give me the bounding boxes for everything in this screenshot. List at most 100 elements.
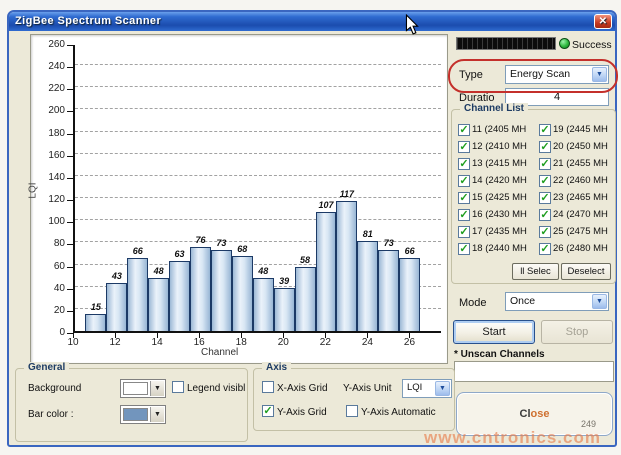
y-tick bbox=[67, 200, 73, 201]
chevron-down-icon[interactable]: ▼ bbox=[435, 381, 450, 396]
y-tick-label: 40 bbox=[31, 283, 65, 294]
y-tick bbox=[67, 89, 73, 90]
channel-label: 20 (2450 MH bbox=[553, 141, 608, 152]
window-title: ZigBee Spectrum Scanner bbox=[15, 15, 161, 27]
channel-checkbox[interactable]: ✓ bbox=[539, 124, 551, 136]
channel-checkbox[interactable]: ✓ bbox=[458, 158, 470, 170]
channel-item[interactable]: ✓14 (2420 MH bbox=[458, 172, 539, 189]
y-axis-unit-dropdown[interactable]: LQI ▼ bbox=[402, 379, 452, 398]
channel-label: 13 (2415 MH bbox=[472, 158, 527, 169]
channel-checkbox[interactable]: ✓ bbox=[458, 124, 470, 136]
channel-list-buttons: ll Selec Deselect bbox=[512, 263, 611, 280]
y-tick-label: 220 bbox=[31, 83, 65, 94]
unscan-channels-box[interactable] bbox=[454, 361, 614, 382]
bar-value-label: 107 bbox=[318, 200, 333, 210]
channel-checkbox[interactable]: ✓ bbox=[458, 192, 470, 204]
channel-checkbox[interactable]: ✓ bbox=[458, 243, 470, 255]
close-dialog-label-overlay: ose bbox=[531, 408, 550, 420]
channel-list-group: Channel List ✓11 (2405 MH✓19 (2445 MH✓12… bbox=[451, 109, 616, 284]
bar-color-dropdown[interactable]: ▼ bbox=[120, 405, 166, 424]
legend-visible-checkbox[interactable] bbox=[172, 381, 184, 393]
select-all-button[interactable]: ll Selec bbox=[512, 263, 559, 280]
titlebar[interactable]: ZigBee Spectrum Scanner ✕ bbox=[9, 12, 615, 31]
close-icon: ✕ bbox=[599, 17, 608, 27]
channel-checkbox[interactable]: ✓ bbox=[458, 141, 470, 153]
channel-item[interactable]: ✓22 (2460 MH bbox=[539, 172, 615, 189]
bar-value-label: 63 bbox=[175, 249, 185, 259]
channel-item[interactable]: ✓24 (2470 MH bbox=[539, 206, 615, 223]
chevron-down-icon[interactable]: ▼ bbox=[592, 294, 607, 309]
y-gridline bbox=[75, 219, 441, 220]
channel-checkbox[interactable]: ✓ bbox=[539, 141, 551, 153]
channel-item[interactable]: ✓16 (2430 MH bbox=[458, 206, 539, 223]
channel-checkbox[interactable]: ✓ bbox=[539, 243, 551, 255]
deselect-button[interactable]: Deselect bbox=[561, 263, 611, 280]
unscan-channels-label: * Unscan Channels bbox=[454, 349, 545, 360]
channel-checkbox[interactable]: ✓ bbox=[539, 226, 551, 238]
channel-item[interactable]: ✓19 (2445 MH bbox=[539, 121, 615, 138]
channel-item[interactable]: ✓11 (2405 MH bbox=[458, 121, 539, 138]
channel-checkbox[interactable]: ✓ bbox=[539, 192, 551, 204]
background-color-swatch bbox=[123, 382, 148, 395]
bar-value-label: 39 bbox=[279, 276, 289, 286]
legend-visible-label: Legend visibl bbox=[187, 383, 245, 394]
y-gridline bbox=[75, 86, 441, 87]
channel-item[interactable]: ✓13 (2415 MH bbox=[458, 155, 539, 172]
bar-color-swatch bbox=[123, 408, 148, 421]
y-axis-grid-checkbox[interactable]: ✓ bbox=[262, 405, 274, 417]
close-button[interactable]: ✕ bbox=[594, 14, 612, 29]
bar-value-label: 117 bbox=[340, 189, 354, 199]
y-tick-label: 200 bbox=[31, 105, 65, 116]
channel-checkbox[interactable]: ✓ bbox=[458, 226, 470, 238]
bar-value-label: 68 bbox=[237, 244, 247, 254]
y-tick-label: 180 bbox=[31, 128, 65, 139]
channel-item[interactable]: ✓21 (2455 MH bbox=[539, 155, 615, 172]
bar bbox=[127, 258, 148, 331]
watermark: www.cntronics.com bbox=[424, 428, 601, 448]
bar-value-label: 48 bbox=[154, 266, 164, 276]
channel-checkbox[interactable]: ✓ bbox=[539, 158, 551, 170]
channel-item[interactable]: ✓17 (2435 MH bbox=[458, 223, 539, 240]
y-axis-automatic-checkbox[interactable] bbox=[346, 405, 358, 417]
channel-item[interactable]: ✓26 (2480 MH bbox=[539, 240, 615, 257]
bar bbox=[274, 288, 295, 331]
channel-item[interactable]: ✓25 (2475 MH bbox=[539, 223, 615, 240]
bar bbox=[253, 278, 274, 331]
bar-value-label: 76 bbox=[195, 235, 205, 245]
bar bbox=[211, 250, 232, 331]
channel-label: 21 (2455 MH bbox=[553, 158, 608, 169]
y-gridline bbox=[75, 131, 441, 132]
bar bbox=[316, 212, 337, 331]
channel-checkbox[interactable]: ✓ bbox=[458, 175, 470, 187]
channel-item[interactable]: ✓15 (2425 MH bbox=[458, 189, 539, 206]
channel-checkbox[interactable]: ✓ bbox=[539, 175, 551, 187]
channel-item[interactable]: ✓20 (2450 MH bbox=[539, 138, 615, 155]
chevron-down-icon[interactable]: ▼ bbox=[150, 407, 164, 422]
channel-item[interactable]: ✓23 (2465 MH bbox=[539, 189, 615, 206]
channel-item[interactable]: ✓18 (2440 MH bbox=[458, 240, 539, 257]
start-button[interactable]: Start bbox=[453, 320, 535, 344]
y-tick bbox=[67, 67, 73, 68]
background-color-dropdown[interactable]: ▼ bbox=[120, 379, 166, 398]
chevron-down-icon[interactable]: ▼ bbox=[150, 381, 164, 396]
x-axis-title: Channel bbox=[201, 347, 238, 358]
red-highlight-annotation bbox=[448, 59, 618, 93]
y-tick bbox=[67, 267, 73, 268]
x-axis-grid-label: X-Axis Grid bbox=[277, 383, 328, 394]
y-tick-label: 140 bbox=[31, 172, 65, 183]
x-axis-grid-checkbox[interactable] bbox=[262, 381, 274, 393]
channel-item[interactable]: ✓12 (2410 MH bbox=[458, 138, 539, 155]
mode-dropdown-value: Once bbox=[510, 295, 535, 307]
channel-label: 18 (2440 MH bbox=[472, 243, 527, 254]
channel-checkbox[interactable]: ✓ bbox=[539, 209, 551, 221]
channel-checkbox[interactable]: ✓ bbox=[458, 209, 470, 221]
watermark-small: 249 bbox=[581, 419, 596, 429]
channel-label: 19 (2445 MH bbox=[553, 124, 608, 135]
mode-dropdown[interactable]: Once ▼ bbox=[505, 292, 609, 311]
x-tick-label: 10 bbox=[67, 337, 78, 348]
bar-value-label: 66 bbox=[133, 246, 143, 256]
close-dialog-label: Cl bbox=[520, 408, 531, 420]
y-tick bbox=[67, 311, 73, 312]
y-tick bbox=[67, 45, 73, 46]
channel-label: 26 (2480 MH bbox=[553, 243, 608, 254]
